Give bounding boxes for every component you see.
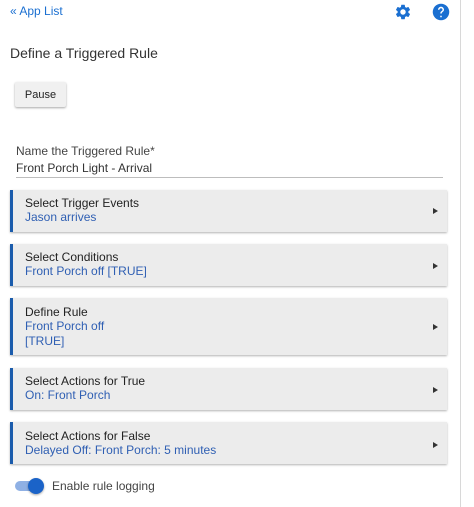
section-title: Select Trigger Events [25, 196, 140, 210]
gear-icon[interactable] [394, 3, 412, 21]
section-value: [TRUE] [25, 334, 65, 348]
section-title: Select Actions for False [25, 429, 151, 443]
page-title: Define a Triggered Rule [10, 45, 158, 61]
section-value: Front Porch off [TRUE] [25, 264, 147, 278]
logging-toggle-label: Enable rule logging [52, 479, 155, 493]
section-title: Select Actions for True [25, 374, 146, 388]
expand-arrow-icon [433, 387, 438, 393]
section-define-rule[interactable]: Define Rule Front Porch off [TRUE] [10, 298, 447, 355]
rule-page: « App List Define a Triggered Rule Pause… [0, 0, 474, 507]
help-icon[interactable] [432, 3, 450, 21]
logging-toggle[interactable] [15, 478, 44, 494]
section-value: Delayed Off: Front Porch: 5 minutes [25, 443, 217, 457]
section-actions-false[interactable]: Select Actions for False Delayed Off: Fr… [10, 422, 447, 464]
expand-arrow-icon [433, 263, 438, 269]
app-list-link[interactable]: « App List [10, 4, 63, 18]
section-conditions[interactable]: Select Conditions Front Porch off [TRUE] [10, 244, 447, 286]
expand-arrow-icon [433, 208, 438, 214]
toggle-knob [28, 478, 44, 494]
section-value: Jason arrives [25, 210, 97, 224]
section-title: Define Rule [25, 305, 88, 319]
section-value: Front Porch off [25, 319, 105, 333]
pause-button[interactable]: Pause [15, 82, 66, 107]
section-title: Select Conditions [25, 250, 119, 264]
expand-arrow-icon [433, 442, 438, 448]
section-actions-true[interactable]: Select Actions for True On: Front Porch [10, 368, 447, 410]
expand-arrow-icon [433, 324, 438, 330]
section-value: On: Front Porch [25, 388, 111, 402]
rule-name-input[interactable] [16, 159, 443, 178]
rule-name-label: Name the Triggered Rule* [16, 144, 155, 158]
section-trigger-events[interactable]: Select Trigger Events Jason arrives [10, 190, 447, 232]
page-edge [460, 0, 461, 507]
